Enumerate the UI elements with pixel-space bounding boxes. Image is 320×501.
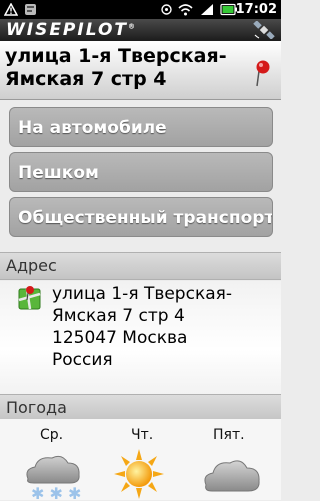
snow-cloud-icon: ✱ ✱ ✱	[26, 455, 81, 501]
address-line: Ямская 7 стр 4	[52, 306, 185, 326]
weather-section-header: Погода	[0, 394, 281, 422]
notification-icon	[25, 4, 36, 15]
status-bar: 17:02	[0, 0, 281, 19]
wifi-icon	[178, 4, 193, 16]
app-bar: WISEPILOT®	[0, 19, 281, 41]
cloud-icon	[204, 460, 260, 492]
page-title: улица 1-я Тверская-Ямская 7 стр 4	[5, 45, 227, 90]
svg-text:✱ ✱ ✱: ✱ ✱ ✱	[31, 484, 81, 501]
weather-day-label: Ср.	[40, 427, 64, 443]
map-pin-icon[interactable]	[253, 59, 273, 87]
address-heading: Адрес	[6, 256, 57, 275]
address-block[interactable]: улица 1-я Тверская- Ямская 7 стр 4 12504…	[0, 281, 281, 395]
address-section-header: Адрес	[0, 252, 281, 280]
sun-icon	[114, 449, 164, 499]
destination-header: улица 1-я Тверская-Ямская 7 стр 4	[0, 41, 281, 100]
weather-day-label: Чт.	[131, 427, 154, 443]
address-line: Россия	[52, 350, 113, 370]
app-logo: WISEPILOT®	[6, 20, 135, 40]
address-text: улица 1-я Тверская- Ямская 7 стр 4 12504…	[52, 283, 232, 371]
brand-name: WISEPILOT	[6, 20, 128, 40]
on-foot-button[interactable]: Пешком	[9, 152, 273, 192]
weather-day-label: Пят.	[213, 427, 245, 443]
weather-panel: Ср. Чт. Пят. ✱ ✱ ✱	[0, 419, 281, 501]
address-line: 125047 Москва	[52, 328, 188, 348]
clock: 17:02	[235, 2, 277, 17]
address-line: улица 1-я Тверская-	[52, 284, 232, 304]
warning-icon	[4, 3, 18, 16]
public-transport-button[interactable]: Общественный транспорт	[9, 197, 273, 237]
registered-mark: ®	[128, 22, 135, 31]
by-car-button[interactable]: На автомобиле	[9, 107, 273, 147]
satellite-icon[interactable]	[253, 21, 275, 39]
signal-icon	[201, 4, 213, 15]
map-icon	[18, 286, 41, 310]
weather-heading: Погода	[6, 398, 67, 417]
gps-icon	[161, 4, 172, 15]
